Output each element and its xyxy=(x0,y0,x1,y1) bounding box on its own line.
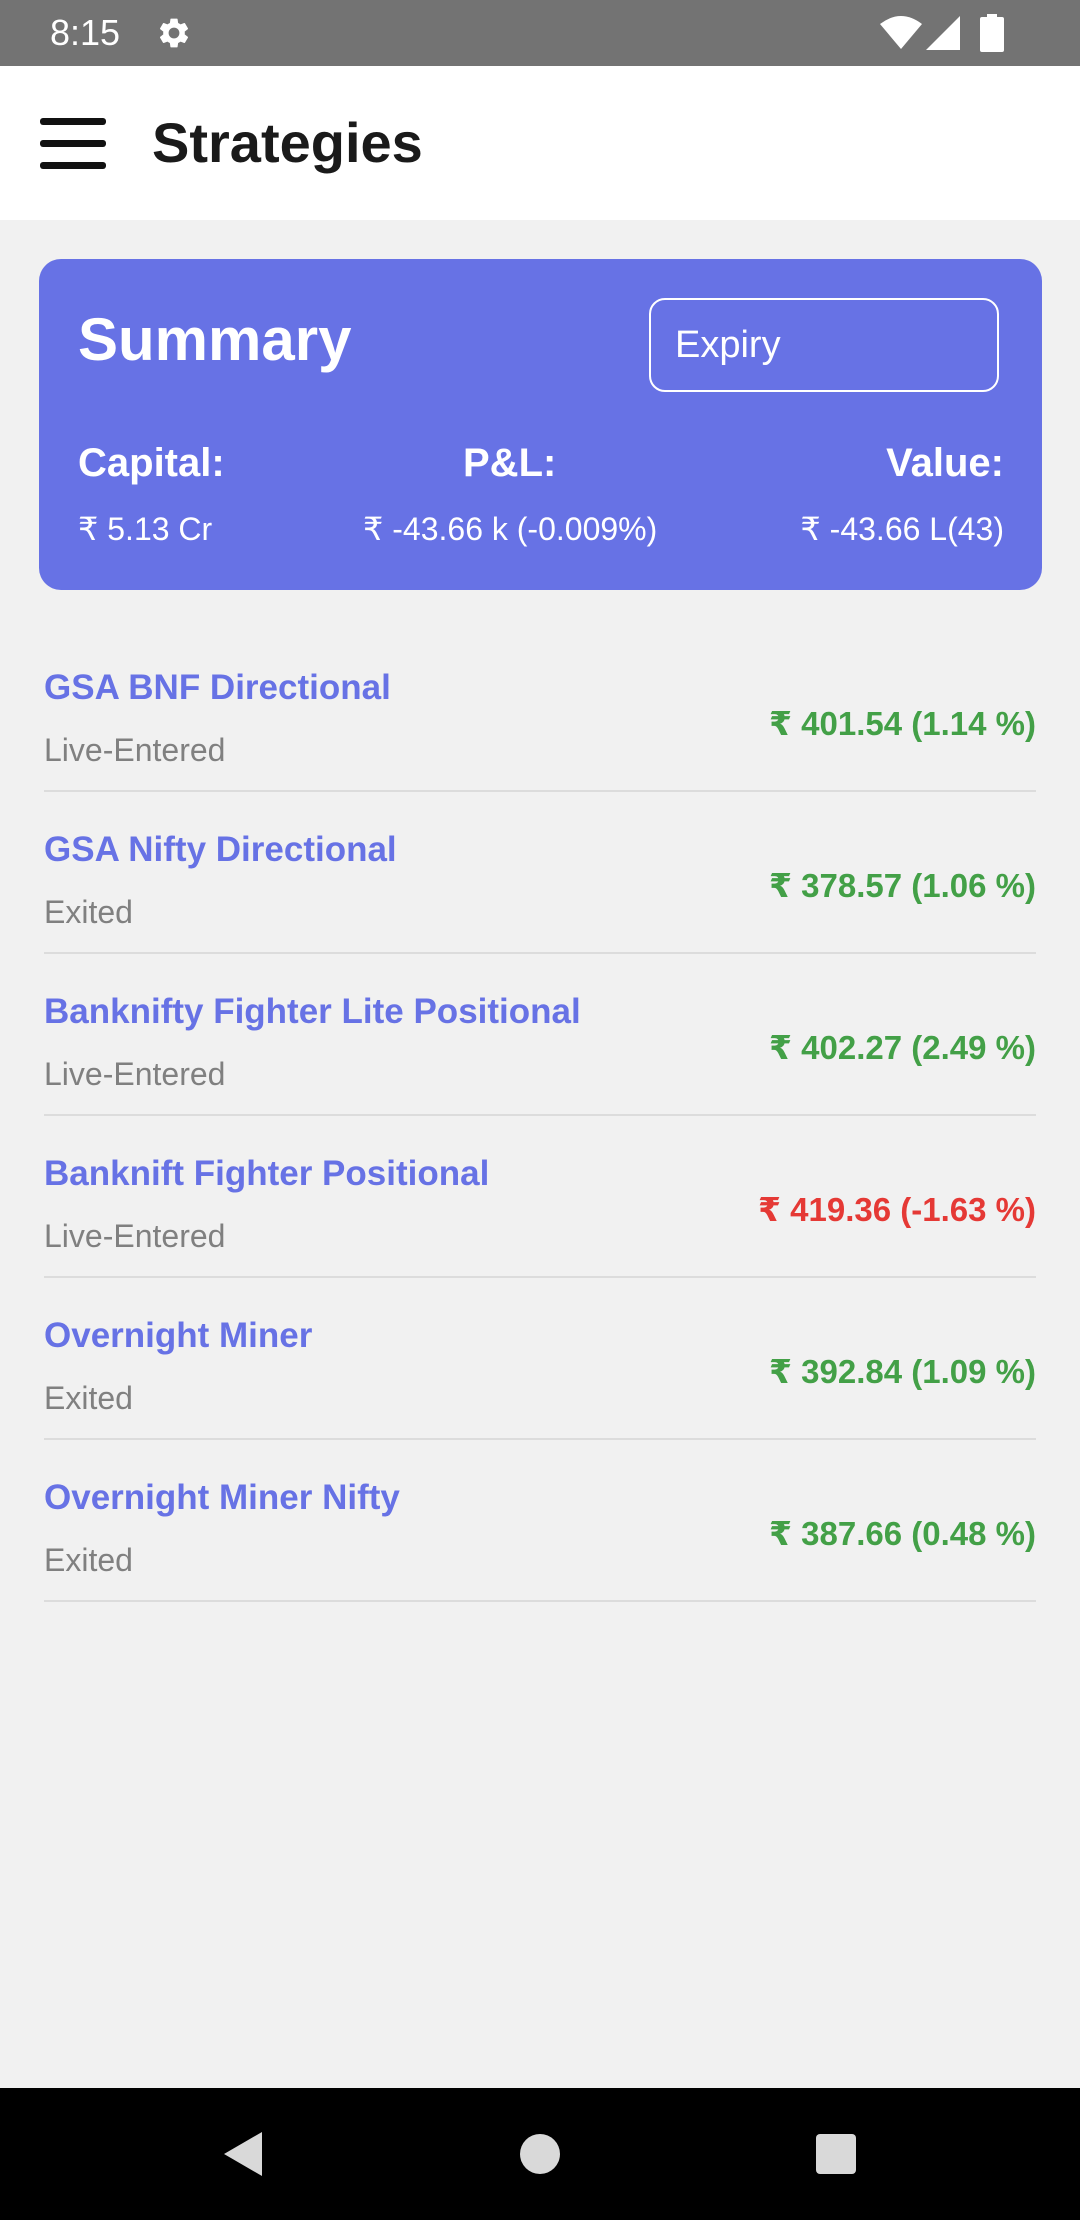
strategy-list: GSA BNF Directional Live-Entered ₹ 401.5… xyxy=(44,630,1036,1602)
home-icon[interactable] xyxy=(514,2128,566,2180)
app-bar: Strategies xyxy=(0,66,1080,220)
recents-icon[interactable] xyxy=(810,2128,862,2180)
value-value: ₹ -43.66 L(43) xyxy=(800,511,1004,547)
page-title: Strategies xyxy=(152,111,423,174)
strategy-pnl: ₹ 419.36 (-1.63 %) xyxy=(758,1191,1036,1228)
strategy-name: Overnight Miner Nifty xyxy=(44,1478,400,1517)
strategy-pnl: ₹ 401.54 (1.14 %) xyxy=(769,705,1036,742)
status-time: 8:15 xyxy=(50,12,121,53)
strategy-name: Banknifty Fighter Lite Positional xyxy=(44,992,581,1031)
gear-icon xyxy=(159,18,189,48)
hamburger-menu-icon[interactable] xyxy=(40,116,106,172)
strategy-pnl: ₹ 387.66 (0.48 %) xyxy=(769,1515,1036,1552)
list-item[interactable]: Banknift Fighter Positional Live-Entered… xyxy=(44,1116,1036,1278)
list-item[interactable]: Banknifty Fighter Lite Positional Live-E… xyxy=(44,954,1036,1116)
summary-card: Summary Expiry Capital: P&L: Value: ₹ 5.… xyxy=(39,259,1042,590)
strategy-status: Exited xyxy=(44,894,133,930)
list-item[interactable]: Overnight Miner Exited ₹ 392.84 (1.09 %) xyxy=(44,1278,1036,1440)
strategy-status: Live-Entered xyxy=(44,1056,226,1092)
wifi-icon xyxy=(880,16,922,49)
battery-icon xyxy=(980,14,1004,52)
strategy-status: Live-Entered xyxy=(44,732,226,768)
strategy-status: Live-Entered xyxy=(44,1218,226,1254)
expiry-dropdown[interactable]: Expiry xyxy=(649,298,999,392)
strategy-name: GSA BNF Directional xyxy=(44,668,391,707)
list-item[interactable]: Overnight Miner Nifty Exited ₹ 387.66 (0… xyxy=(44,1440,1036,1602)
strategy-status: Exited xyxy=(44,1380,133,1416)
list-item[interactable]: GSA BNF Directional Live-Entered ₹ 401.5… xyxy=(44,630,1036,792)
pnl-label: P&L: xyxy=(463,441,557,485)
signal-icon xyxy=(926,16,960,50)
strategy-pnl: ₹ 378.57 (1.06 %) xyxy=(769,867,1036,904)
strategy-name: Overnight Miner xyxy=(44,1316,313,1355)
strategy-name: GSA Nifty Directional xyxy=(44,830,397,869)
summary-heading: Summary xyxy=(78,306,352,373)
strategy-pnl: ₹ 402.27 (2.49 %) xyxy=(769,1029,1036,1066)
status-bar: 8:15 xyxy=(0,0,1080,66)
strategy-name: Banknift Fighter Positional xyxy=(44,1154,490,1193)
capital-value: ₹ 5.13 Cr xyxy=(78,511,213,547)
value-label: Value: xyxy=(886,441,1004,485)
back-icon[interactable] xyxy=(218,2128,270,2180)
list-item[interactable]: GSA Nifty Directional Exited ₹ 378.57 (1… xyxy=(44,792,1036,954)
strategy-status: Exited xyxy=(44,1542,133,1578)
strategy-pnl: ₹ 392.84 (1.09 %) xyxy=(769,1353,1036,1390)
pnl-value: ₹ -43.66 k (-0.009%) xyxy=(363,511,658,547)
capital-label: Capital: xyxy=(78,441,225,485)
system-nav-bar xyxy=(0,2088,1080,2220)
